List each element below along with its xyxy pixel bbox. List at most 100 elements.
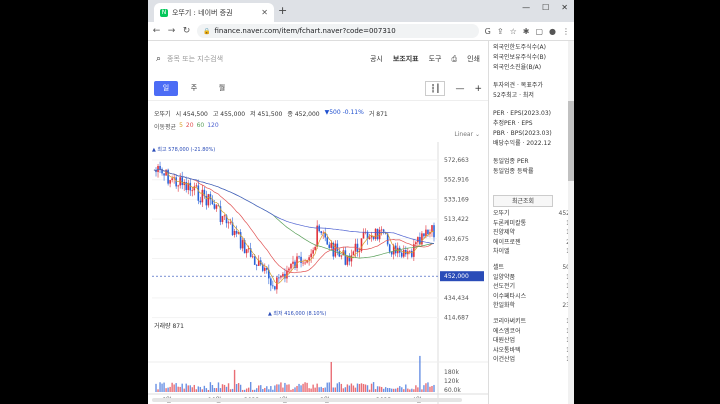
recent-stock-row[interactable]: 에이프로젠2: [493, 238, 570, 248]
high-value: 455,000: [220, 111, 246, 118]
scale-mode-select[interactable]: Linear ⌄: [454, 131, 480, 138]
zoom-out-icon[interactable]: —: [455, 84, 464, 94]
price-tick-label: 572,663: [444, 157, 469, 164]
volume-bar: [280, 382, 282, 392]
candle-body: [272, 285, 274, 287]
extensions-icon[interactable]: ✱: [523, 27, 530, 36]
volume-bar: [330, 361, 332, 392]
profile-icon[interactable]: ●: [549, 27, 556, 36]
lock-icon: 🔒: [203, 27, 211, 35]
search-input[interactable]: 종목 또는 지수검색: [167, 54, 223, 64]
candle-body: [338, 251, 341, 257]
back-icon[interactable]: ←: [152, 26, 161, 36]
recent-stock-row[interactable]: 샤오통바텍1: [493, 346, 570, 356]
minimize-icon[interactable]: —: [522, 3, 530, 12]
volume-bar: [415, 385, 417, 392]
search-icon: ⌕: [156, 54, 162, 64]
browser-tab[interactable]: N 오뚜기 : 네이버 증권 ✕: [154, 3, 274, 22]
volume-bar: [425, 383, 427, 392]
candle-body: [282, 273, 284, 277]
close-window-icon[interactable]: ✕: [561, 3, 568, 12]
candle-body: [296, 256, 298, 268]
candle-body: [328, 244, 331, 248]
vertical-scrollbar[interactable]: [568, 41, 574, 404]
candle-body: [163, 173, 165, 176]
volume-bar: [403, 389, 405, 392]
recent-stock-row[interactable]: 차이엘1: [493, 247, 570, 257]
print-icon[interactable]: ⎙: [452, 55, 458, 64]
candle-body: [344, 250, 347, 265]
menu-tools[interactable]: 도구: [429, 54, 442, 64]
volume-bar: [266, 386, 268, 392]
price-chart[interactable]: 572,663 552,916 533,169 513,422 493,675 473,9…: [148, 142, 488, 404]
period-weekly-button[interactable]: 주: [182, 81, 206, 96]
volume-bar: [203, 385, 206, 392]
recent-stock-row[interactable]: 진양제약1: [493, 228, 570, 238]
volume-bar: [187, 385, 189, 392]
ohlc-summary: 오뚜기 시 454,500 고 455,000 저 451,500 종 452,…: [154, 109, 388, 118]
candlestick-icon[interactable]: ┇┃: [425, 81, 446, 96]
menu-icon[interactable]: ⋮: [562, 27, 570, 36]
candle-body: [171, 178, 173, 181]
recent-stock-row[interactable]: 두론케미칼통1: [493, 219, 570, 229]
candle-body: [360, 238, 363, 252]
candle-body: [227, 222, 230, 224]
address-bar[interactable]: 🔒 finance.naver.com/item/fchart.naver?co…: [197, 24, 479, 38]
recent-stock-row[interactable]: 오뚜기 452: [493, 209, 570, 219]
recent-stock-row[interactable]: 대원산업1: [493, 336, 570, 346]
volume-bar: [221, 384, 224, 392]
recent-stock-row[interactable]: 코리아써키트1: [493, 317, 570, 327]
recent-stock-name: 이건산업: [493, 356, 516, 364]
bookmark-star-icon[interactable]: ☆: [510, 27, 517, 36]
volume-bar: [175, 383, 177, 392]
forward-icon[interactable]: →: [167, 26, 176, 36]
volume-bar: [342, 388, 345, 392]
recent-stock-row[interactable]: 에스엠코어1: [493, 327, 570, 337]
recent-stock-name: 이수페타시스: [493, 292, 527, 300]
candle-body: [423, 233, 425, 237]
open-label: 시: [175, 111, 182, 118]
volume-bar: [386, 387, 389, 392]
stock-info-item: 동일업종 등락률: [493, 168, 534, 175]
recent-stock-row[interactable]: 셀트 50: [493, 263, 570, 273]
browser-actions: G ⇪ ☆ ✱ ▢ ● ⋮: [485, 27, 570, 36]
volume-tick-label: 60.0k: [444, 387, 461, 394]
menu-print[interactable]: 인쇄: [467, 54, 480, 64]
stock-search[interactable]: ⌕ 종목 또는 지수검색: [156, 54, 223, 64]
candle-body: [415, 242, 417, 245]
candle-body: [368, 237, 371, 240]
menu-indicators[interactable]: 보조지표: [393, 54, 419, 64]
recent-view-tab[interactable]: 최근조회: [493, 195, 553, 207]
new-tab-icon[interactable]: +: [278, 4, 287, 17]
close-tab-icon[interactable]: ✕: [261, 8, 268, 17]
reload-icon[interactable]: ↻: [182, 26, 191, 36]
candle-body: [207, 194, 210, 206]
menu-disclosure[interactable]: 공시: [370, 54, 383, 64]
maximize-icon[interactable]: ☐: [542, 3, 549, 12]
period-daily-button[interactable]: 일: [154, 81, 178, 96]
candle-body: [374, 228, 377, 239]
recent-stock-row[interactable]: 한일화학 23: [493, 301, 570, 311]
candle-body: [312, 250, 314, 254]
volume-bar: [354, 387, 357, 392]
scrollbar-thumb[interactable]: [568, 101, 574, 181]
volume-bar: [431, 385, 433, 392]
volume-bar: [433, 384, 435, 392]
recent-stock-row[interactable]: 이수페타시스1: [493, 292, 570, 302]
candle-body: [310, 253, 312, 258]
candle-body: [350, 255, 353, 262]
tab-bar: N 오뚜기 : 네이버 증권 ✕ + — ☐ ✕: [148, 0, 574, 22]
volume-bar: [312, 384, 314, 392]
recent-stock-row[interactable]: 선도전기1: [493, 282, 570, 292]
chart-horizontal-scrollbar[interactable]: [152, 398, 462, 402]
sidepanel-icon[interactable]: ▢: [535, 27, 543, 36]
period-monthly-button[interactable]: 월: [210, 81, 234, 96]
recent-stock-row[interactable]: 일양약품1: [493, 273, 570, 283]
zoom-in-icon[interactable]: +: [474, 84, 482, 94]
candle-body: [427, 229, 429, 235]
volume-bar: [245, 388, 248, 392]
recent-stock-row[interactable]: 이건산업1: [493, 355, 570, 365]
google-icon[interactable]: G: [485, 27, 491, 36]
share-icon[interactable]: ⇪: [497, 27, 504, 36]
volume-bar: [296, 385, 298, 392]
